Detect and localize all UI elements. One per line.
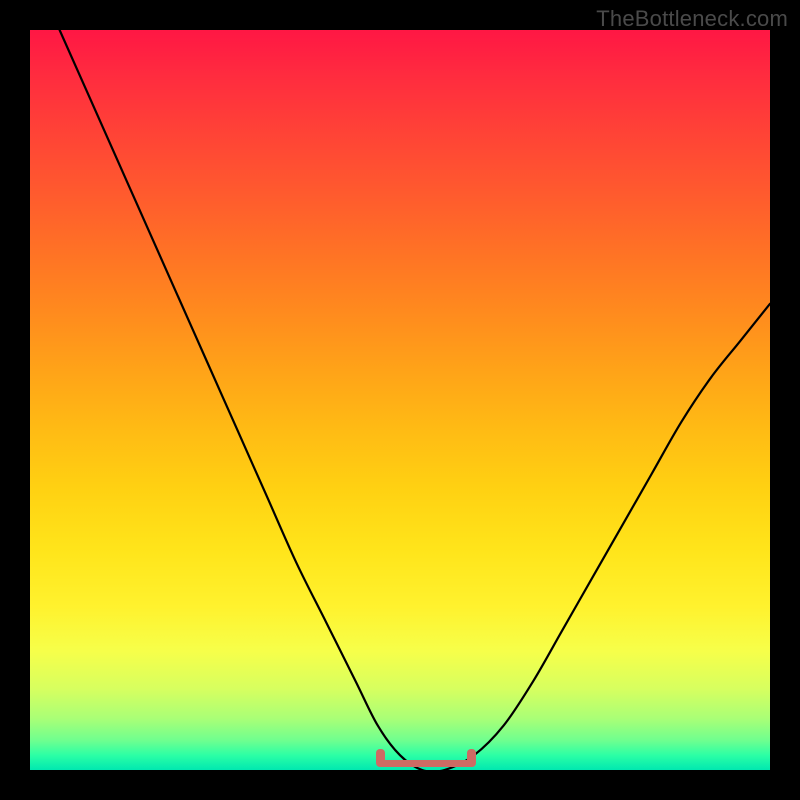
bracket-bar [378, 760, 474, 767]
chart-plot-area [30, 30, 770, 770]
watermark-text: TheBottleneck.com [596, 6, 788, 32]
bracket-right-cap-icon [467, 749, 476, 767]
bottleneck-curve [30, 30, 770, 770]
optimal-range-bracket [378, 747, 474, 767]
